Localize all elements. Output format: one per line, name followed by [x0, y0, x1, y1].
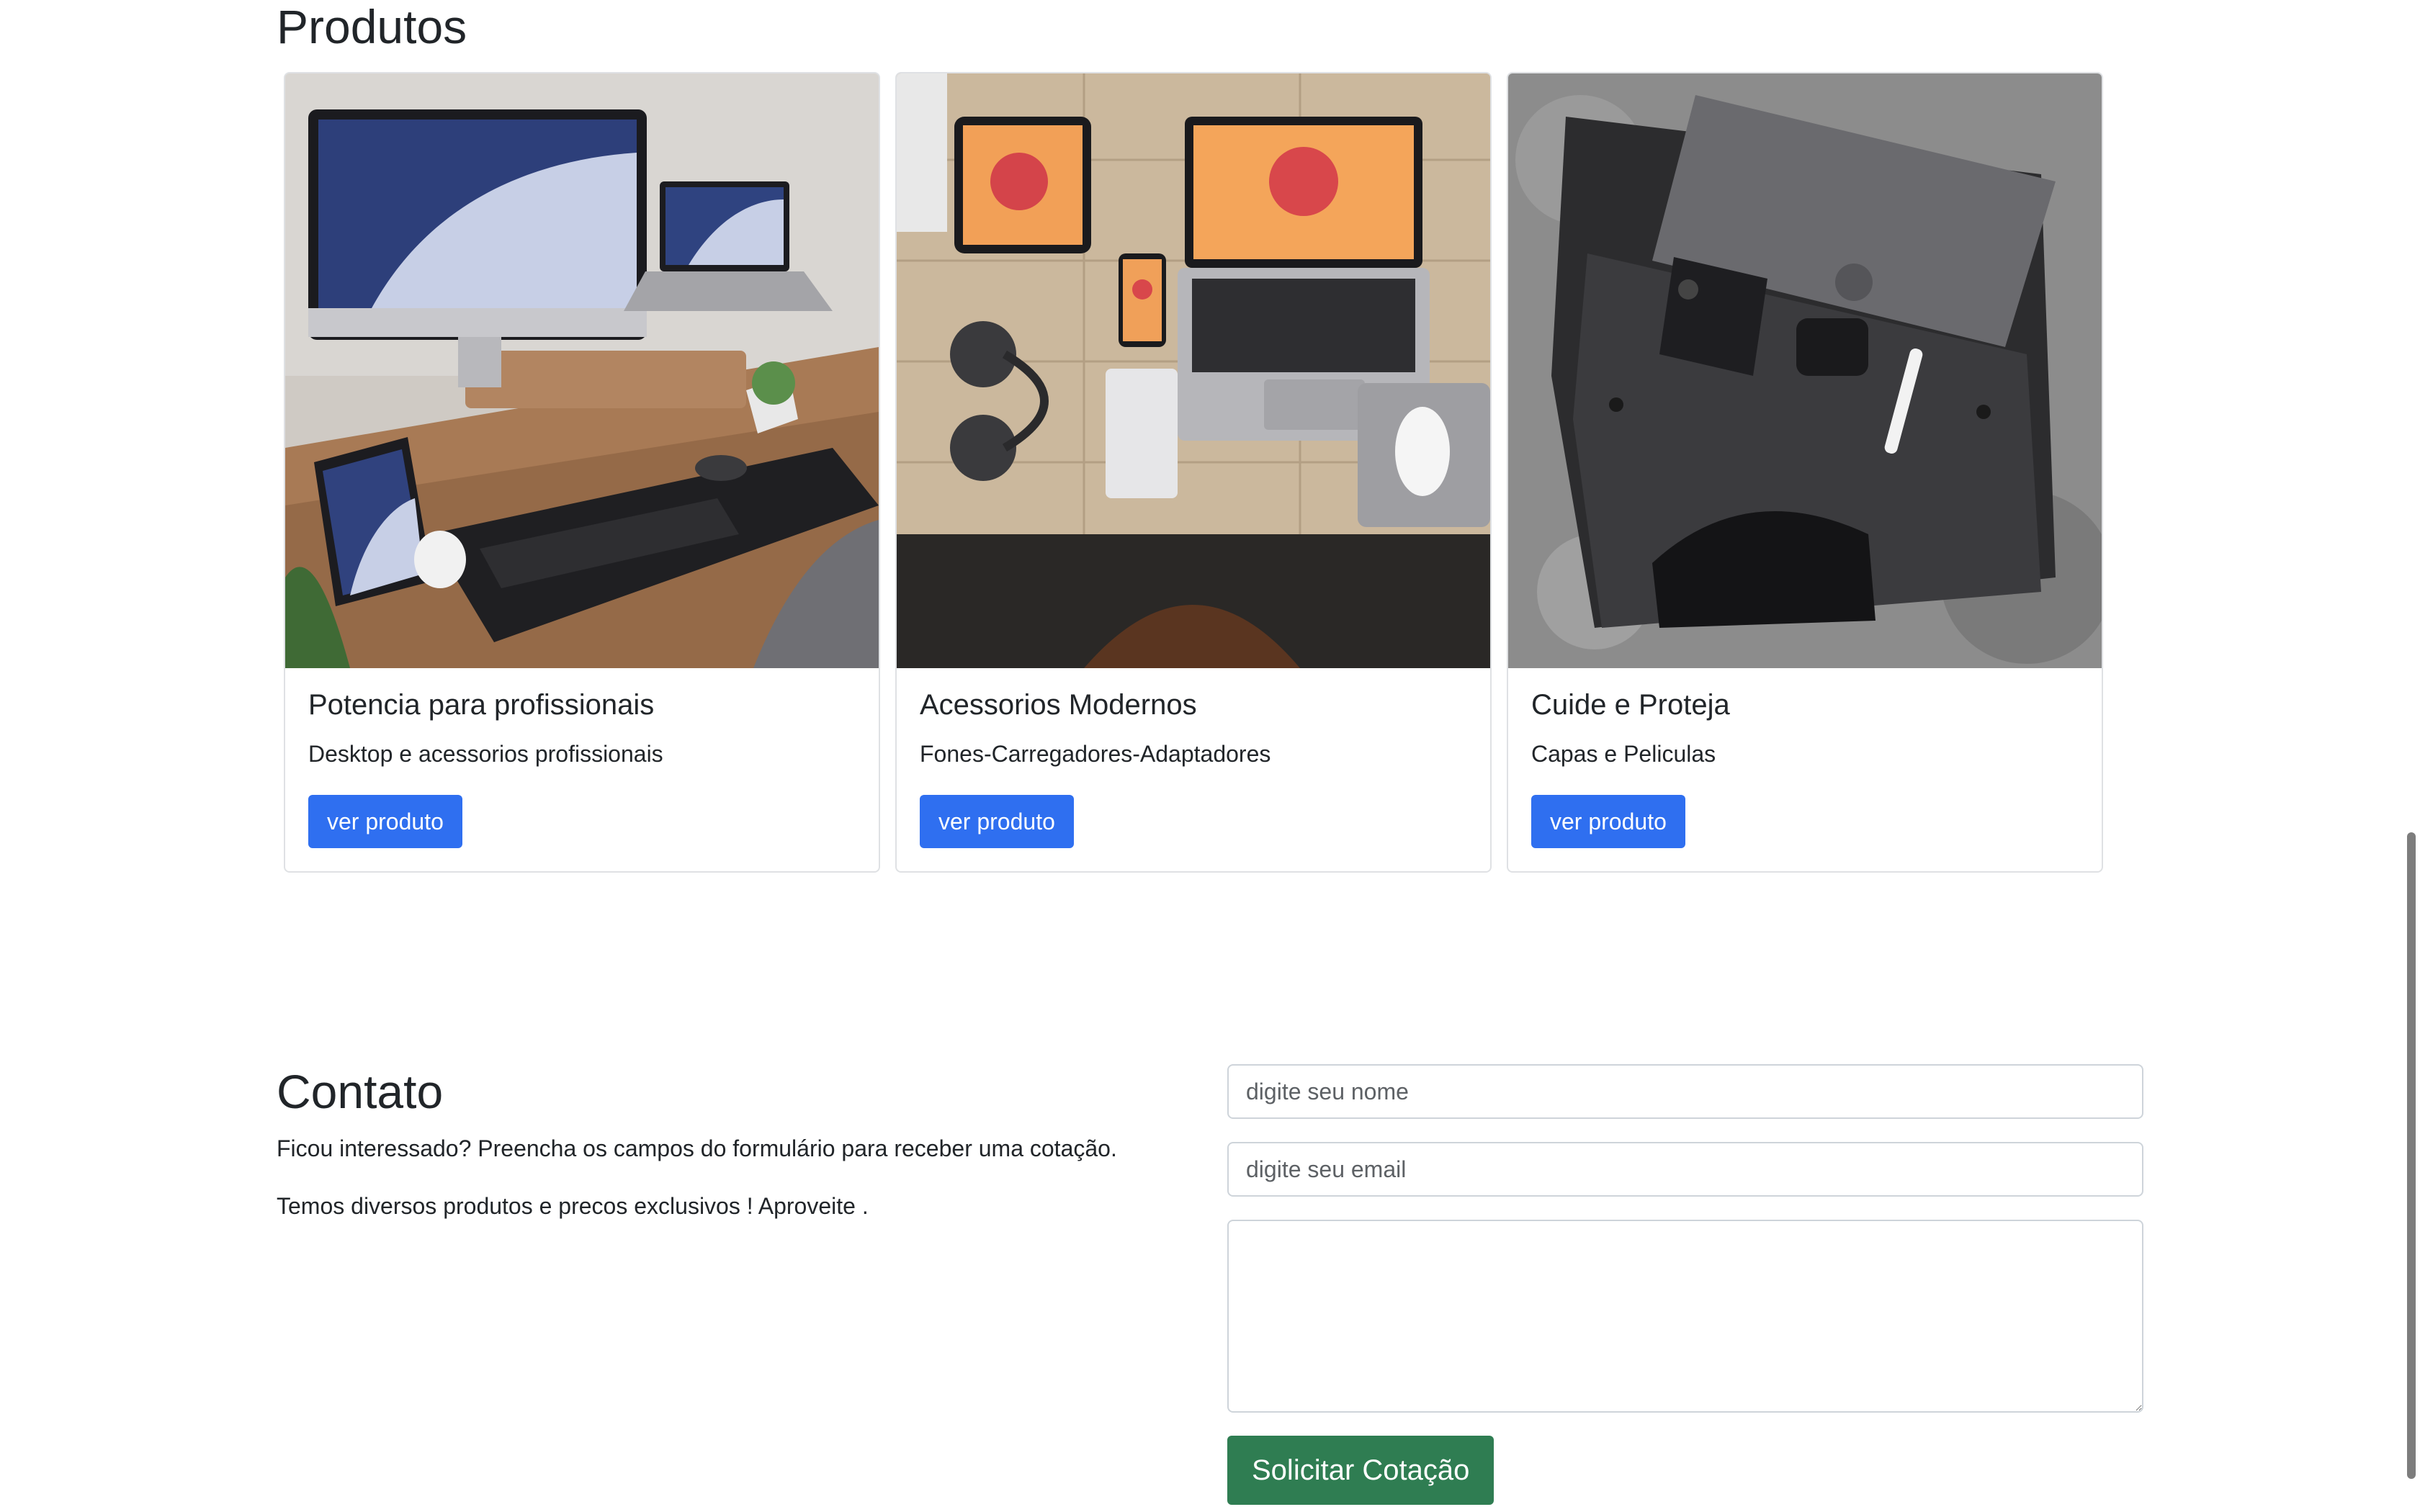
- request-quote-button[interactable]: Solicitar Cotação: [1227, 1436, 1494, 1505]
- product-card: Acessorios Modernos Fones-Carregadores-A…: [895, 72, 1492, 873]
- card-title: Acessorios Modernos: [920, 689, 1197, 721]
- card-text: Capas e Peliculas: [1531, 741, 1716, 767]
- view-product-button[interactable]: ver produto: [1531, 795, 1685, 848]
- card-title: Cuide e Proteja: [1531, 689, 1730, 721]
- card-text: Fones-Carregadores-Adaptadores: [920, 741, 1271, 767]
- product-card: Potencia para profissionais Desktop e ac…: [284, 72, 880, 873]
- product-card: Cuide e Proteja Capas e Peliculas ver pr…: [1507, 72, 2103, 873]
- contact-text: Temos diversos produtos e precos exclusi…: [277, 1193, 869, 1219]
- page: Produtos Potencia para profissionais Des…: [0, 0, 2420, 1512]
- product-image-accessories: [897, 73, 1490, 668]
- product-image-workstation: [285, 73, 879, 668]
- name-input[interactable]: [1227, 1064, 2143, 1119]
- message-textarea[interactable]: [1227, 1220, 2143, 1413]
- product-image-sleeve: [1508, 73, 2102, 668]
- card-text: Desktop e acessorios profissionais: [308, 741, 663, 767]
- contact-text: Ficou interessado? Preencha os campos do…: [277, 1135, 1117, 1161]
- contact-heading: Contato: [277, 1065, 444, 1118]
- email-input[interactable]: [1227, 1142, 2143, 1197]
- products-heading: Produtos: [277, 0, 467, 53]
- card-title: Potencia para profissionais: [308, 689, 655, 721]
- scrollbar-thumb[interactable]: [2407, 832, 2416, 1479]
- view-product-button[interactable]: ver produto: [920, 795, 1074, 848]
- view-product-button[interactable]: ver produto: [308, 795, 462, 848]
